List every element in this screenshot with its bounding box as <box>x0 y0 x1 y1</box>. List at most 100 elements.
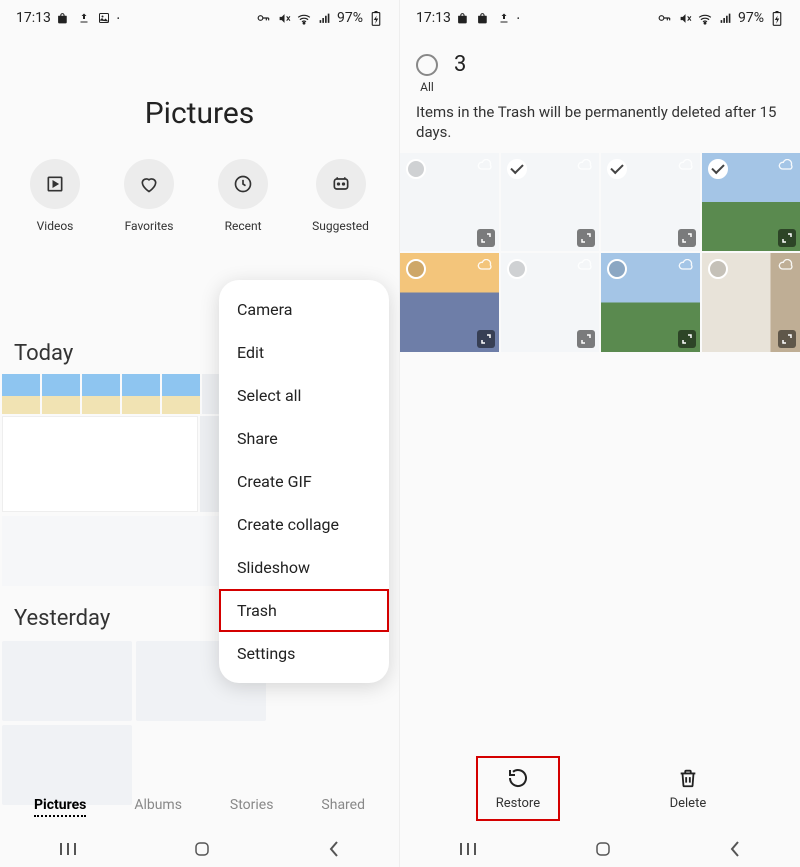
gallery-pictures-screen: 17:13 • 97% <box>0 0 400 867</box>
restore-button[interactable]: Restore <box>476 756 560 821</box>
signal-icon <box>718 11 732 25</box>
checkbox-checked-icon[interactable] <box>507 159 527 179</box>
delete-label: Delete <box>670 796 707 811</box>
category-recent[interactable]: Recent <box>218 159 268 233</box>
thumbnail[interactable] <box>2 416 198 512</box>
clock-icon <box>233 174 253 194</box>
nav-back[interactable] <box>327 840 341 858</box>
selected-count: 3 <box>454 52 466 77</box>
checkbox-unchecked-icon[interactable] <box>708 259 728 279</box>
category-label: Favorites <box>125 219 174 233</box>
menu-item-slideshow[interactable]: Slideshow <box>219 546 389 589</box>
menu-item-select-all[interactable]: Select all <box>219 374 389 417</box>
menu-item-share[interactable]: Share <box>219 417 389 460</box>
checkbox-unchecked-icon[interactable] <box>607 259 627 279</box>
category-suggested[interactable]: Suggested <box>312 159 369 233</box>
nav-recents[interactable] <box>458 841 478 857</box>
tab-pictures[interactable]: Pictures <box>34 797 86 817</box>
mute-icon <box>277 11 291 25</box>
dot-icon: • <box>117 14 120 23</box>
tab-shared[interactable]: Shared <box>321 797 365 817</box>
category-label: Suggested <box>312 219 369 233</box>
battery-icon <box>369 11 383 25</box>
vpn-icon <box>257 11 271 25</box>
checkbox-unchecked-icon[interactable] <box>507 259 527 279</box>
bag-icon <box>57 11 71 25</box>
play-icon <box>45 174 65 194</box>
nav-home[interactable] <box>594 840 612 858</box>
dot-icon: • <box>517 14 520 23</box>
thumbnail[interactable] <box>122 374 160 414</box>
cloud-icon <box>477 259 493 271</box>
menu-item-trash[interactable]: Trash <box>219 589 389 632</box>
battery-text: 97% <box>337 10 363 26</box>
trash-thumbnail[interactable] <box>400 153 499 252</box>
wifi-icon <box>297 11 311 25</box>
checkbox-checked-icon[interactable] <box>607 159 627 179</box>
menu-item-camera[interactable]: Camera <box>219 288 389 331</box>
trash-icon <box>677 766 699 790</box>
expand-icon[interactable] <box>678 330 696 348</box>
thumbnail[interactable] <box>2 641 132 721</box>
select-all-checkbox[interactable] <box>416 54 438 76</box>
nav-back[interactable] <box>728 840 742 858</box>
trash-thumbnail[interactable] <box>501 253 600 352</box>
menu-item-edit[interactable]: Edit <box>219 331 389 374</box>
expand-icon[interactable] <box>577 229 595 247</box>
thumbnail[interactable] <box>2 516 242 586</box>
status-bar: 17:13 • 97% <box>400 0 800 36</box>
checkbox-unchecked-icon[interactable] <box>406 259 426 279</box>
trash-thumbnail[interactable] <box>601 153 700 252</box>
page-title: Pictures <box>0 96 399 131</box>
nav-recents[interactable] <box>58 841 78 857</box>
trash-note: Items in the Trash will be permanently d… <box>400 98 800 153</box>
thumbnail[interactable] <box>2 374 40 414</box>
cloud-icon <box>477 159 493 171</box>
bag-icon <box>477 11 491 25</box>
thumbnail[interactable] <box>42 374 80 414</box>
trash-thumbnail[interactable] <box>702 253 800 352</box>
cloud-icon <box>577 259 593 271</box>
trash-thumbnail[interactable] <box>501 153 600 252</box>
expand-icon[interactable] <box>678 229 696 247</box>
image-icon <box>97 11 111 25</box>
menu-item-create-collage[interactable]: Create collage <box>219 503 389 546</box>
thumbnail[interactable] <box>82 374 120 414</box>
trash-thumbnail[interactable] <box>702 153 800 252</box>
menu-item-create-gif[interactable]: Create GIF <box>219 460 389 503</box>
trash-thumbnail[interactable] <box>400 253 499 352</box>
select-all-label: All <box>420 80 434 94</box>
tab-stories[interactable]: Stories <box>230 797 274 817</box>
mute-icon <box>678 11 692 25</box>
menu-item-settings[interactable]: Settings <box>219 632 389 675</box>
expand-icon[interactable] <box>577 330 595 348</box>
trash-selection-screen: 17:13 • 97% <box>400 0 800 867</box>
checkbox-checked-icon[interactable] <box>708 159 728 179</box>
expand-icon[interactable] <box>778 330 796 348</box>
nav-home[interactable] <box>193 840 211 858</box>
trash-grid <box>400 153 800 352</box>
category-row: Videos Favorites Recent Suggested <box>0 159 399 233</box>
selection-header: All 3 <box>400 36 800 98</box>
battery-icon <box>770 11 784 25</box>
expand-icon[interactable] <box>778 229 796 247</box>
expand-icon[interactable] <box>477 330 495 348</box>
checkbox-unchecked-icon[interactable] <box>406 159 426 179</box>
context-menu: Camera Edit Select all Share Create GIF … <box>219 280 389 683</box>
heart-icon <box>139 174 159 194</box>
sparkle-icon <box>331 174 351 194</box>
expand-icon[interactable] <box>477 229 495 247</box>
status-time: 17:13 <box>416 10 451 26</box>
delete-button[interactable]: Delete <box>652 758 725 819</box>
cloud-icon <box>778 159 794 171</box>
category-favorites[interactable]: Favorites <box>124 159 174 233</box>
signal-icon <box>317 11 331 25</box>
upload-icon <box>497 11 511 25</box>
tab-albums[interactable]: Albums <box>134 797 182 817</box>
thumbnail[interactable] <box>162 374 200 414</box>
category-label: Recent <box>225 219 262 233</box>
category-label: Videos <box>37 219 74 233</box>
trash-thumbnail[interactable] <box>601 253 700 352</box>
category-videos[interactable]: Videos <box>30 159 80 233</box>
nav-bar <box>400 831 800 867</box>
